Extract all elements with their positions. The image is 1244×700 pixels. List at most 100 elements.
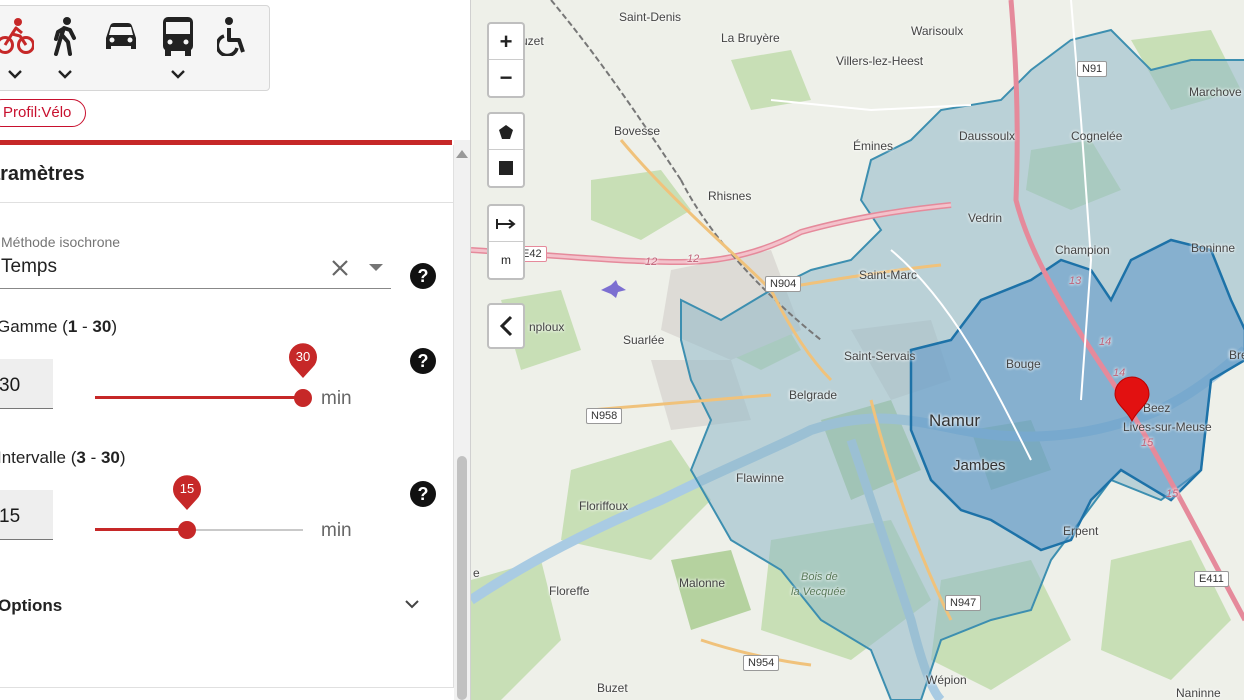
place-label: nploux — [529, 320, 565, 334]
place-label: Bre — [1229, 348, 1244, 362]
scroll-up-arrow-icon[interactable] — [456, 150, 468, 158]
draw-rectangle-button[interactable] — [489, 150, 523, 186]
method-select[interactable]: Temps — [1, 256, 57, 278]
walk-dropdown-chevron-icon[interactable] — [57, 68, 73, 80]
place-label: Bovesse — [614, 124, 661, 138]
draw-control — [487, 112, 525, 188]
mode-walk-button[interactable] — [45, 16, 85, 88]
place-label: Floreffe — [549, 584, 590, 598]
settings-card: aramètres Méthode isochrone Temps ? Gamm… — [0, 145, 454, 688]
interval-slider[interactable]: 15 — [95, 475, 303, 542]
interval-input[interactable]: 15 — [0, 490, 53, 540]
zoom-control: + − — [487, 22, 525, 98]
kilometer-marker: 15 — [1141, 437, 1154, 449]
method-label: Méthode isochrone — [1, 234, 121, 250]
place-label: Champion — [1055, 243, 1110, 257]
clear-icon[interactable] — [329, 257, 351, 279]
chevron-down-icon[interactable] — [369, 264, 383, 271]
place-label: Belgrade — [789, 388, 838, 402]
wheelchair-icon — [217, 17, 245, 56]
place-label: Bouge — [1006, 357, 1041, 371]
place-label: Saint-Denis — [619, 10, 682, 24]
kilometer-marker: 12 — [645, 256, 658, 268]
place-label: Erpent — [1063, 524, 1099, 538]
mode-bike-button[interactable] — [0, 16, 35, 88]
mode-bus-button[interactable] — [158, 16, 198, 88]
place-label: e — [473, 566, 480, 580]
draw-polygon-button[interactable] — [489, 114, 523, 150]
place-label: Floriffoux — [579, 499, 629, 513]
place-label: Boninne — [1191, 241, 1236, 255]
kilometer-marker: 12 — [687, 253, 700, 265]
car-icon — [106, 23, 136, 49]
place-label: Jambes — [953, 457, 1006, 474]
chevron-down-icon[interactable] — [403, 597, 421, 611]
select-underline — [0, 288, 391, 289]
transport-mode-bar — [0, 5, 270, 91]
profile-chip[interactable]: Profil:Vélo — [0, 99, 87, 127]
range-slider[interactable]: 30 — [95, 343, 317, 410]
place-label: Malonne — [679, 576, 726, 590]
slider-fill — [95, 528, 187, 531]
kilometer-marker: 13 — [1069, 275, 1082, 287]
road-shield: N958 — [586, 408, 623, 424]
isochrone-panel: Profil:Vélo aramètres Méthode isochrone … — [0, 0, 470, 700]
place-label: Daussoulx — [959, 129, 1016, 143]
place-label: Lives-sur-Meuse — [1123, 420, 1212, 434]
interval-help-icon[interactable]: ? — [410, 481, 436, 507]
measure-unit-button[interactable]: m — [489, 242, 523, 278]
bus-dropdown-chevron-icon[interactable] — [170, 68, 186, 80]
range-input[interactable]: 30 — [0, 359, 53, 409]
walk-icon — [54, 17, 76, 56]
place-label: Vedrin — [968, 211, 1003, 225]
zoom-out-button[interactable]: − — [489, 60, 523, 96]
road-shield: N947 — [945, 595, 982, 611]
place-label: Villers-lez-Heest — [836, 54, 924, 68]
measure-control: m — [487, 204, 525, 280]
place-label: Buzet — [597, 681, 628, 695]
place-label: Namur — [929, 411, 981, 430]
map-view[interactable]: Saint-Denis La Bruyère Warisoulx Villers… — [470, 0, 1244, 700]
place-label: Saint-Marc — [859, 268, 918, 282]
settings-title: aramètres — [0, 163, 85, 185]
slider-thumb[interactable] — [178, 521, 196, 539]
panel-scrollbar[interactable] — [454, 140, 470, 700]
place-label: Warisoulx — [911, 24, 964, 38]
slider-thumb[interactable] — [294, 389, 312, 407]
place-label: Émines — [853, 139, 894, 153]
interval-label: Intervalle (3 - 30) — [0, 448, 126, 467]
chevron-left-icon — [499, 315, 513, 337]
place-label: Rhisnes — [708, 189, 752, 203]
place-label: Suarlée — [623, 333, 665, 347]
place-label: Bois de — [801, 571, 838, 583]
interval-unit: min — [321, 520, 352, 541]
place-label: Marchove — [1189, 85, 1242, 99]
mode-car-button[interactable] — [101, 16, 141, 88]
place-label: la Vecquée — [791, 586, 846, 598]
measure-button[interactable] — [489, 206, 523, 242]
road-shield: N904 — [765, 276, 802, 292]
range-label: Gamme (1 - 30) — [0, 317, 118, 336]
divider — [0, 202, 453, 203]
mode-wheelchair-button[interactable] — [213, 16, 253, 88]
range-unit: min — [321, 388, 352, 409]
place-label: Naninne — [1176, 686, 1221, 700]
bike-dropdown-chevron-icon[interactable] — [7, 68, 23, 80]
bus-icon — [163, 17, 193, 56]
collapse-panel-button[interactable] — [487, 303, 525, 349]
slider-value-pin: 30 — [288, 341, 318, 379]
slider-fill — [95, 396, 303, 399]
measure-arrow-icon — [496, 218, 516, 229]
bike-icon — [0, 18, 34, 54]
road-shield: N91 — [1077, 61, 1108, 77]
zoom-in-button[interactable]: + — [489, 24, 523, 60]
location-marker-icon[interactable] — [1113, 376, 1151, 422]
method-help-icon[interactable]: ? — [410, 263, 436, 289]
range-help-icon[interactable]: ? — [410, 348, 436, 374]
options-section-toggle[interactable]: Options — [0, 596, 62, 616]
rectangle-icon — [499, 161, 513, 175]
place-label: La Bruyère — [721, 31, 780, 45]
polygon-icon — [499, 124, 513, 139]
scrollbar-thumb[interactable] — [457, 456, 467, 700]
kilometer-marker: 15 — [1166, 488, 1179, 500]
